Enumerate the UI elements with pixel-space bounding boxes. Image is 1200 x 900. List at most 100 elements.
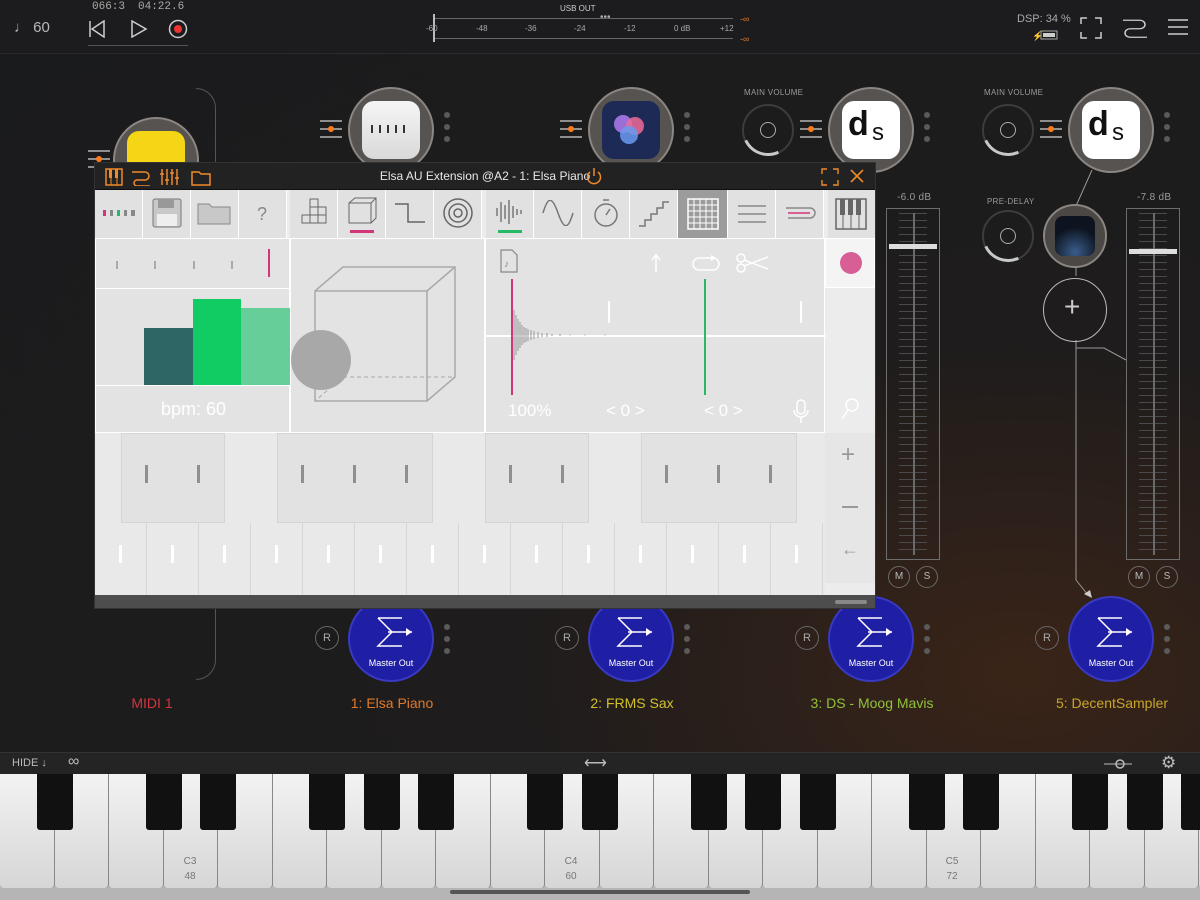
ch5-add-effect-button[interactable]: +	[1043, 278, 1107, 342]
play-icon[interactable]	[130, 20, 148, 38]
ch5-master-out[interactable]: Master Out	[1068, 596, 1154, 682]
velocity-slider-icon[interactable]	[1104, 758, 1132, 770]
ch3-solo-button[interactable]: S	[916, 566, 938, 588]
ch3-record-button[interactable]: R	[795, 626, 819, 650]
ch1-mixer-icon[interactable]	[320, 120, 342, 138]
zoom-display[interactable]: 100%	[508, 401, 551, 421]
tool-cube[interactable]	[338, 190, 386, 238]
ch1-out-dots[interactable]	[444, 624, 450, 660]
up-arrow-icon[interactable]	[650, 253, 662, 273]
record-icon[interactable]	[168, 19, 188, 39]
rewind-icon[interactable]	[88, 20, 106, 38]
ch5-record-button[interactable]: R	[1035, 626, 1059, 650]
ch5-mute-button[interactable]: M	[1128, 566, 1150, 588]
power-icon[interactable]	[585, 167, 603, 185]
tool-gate[interactable]	[386, 190, 434, 238]
meter-options-icon[interactable]: •••	[600, 7, 611, 25]
record-button[interactable]	[825, 238, 875, 288]
hide-keyboard-button[interactable]: HIDE ↓	[12, 757, 47, 769]
black-key[interactable]	[1072, 774, 1108, 830]
ch2-master-out[interactable]: Master Out	[588, 596, 674, 682]
black-key[interactable]	[1181, 774, 1200, 830]
zoom-in-icon[interactable]: +	[841, 441, 855, 469]
channel-name-1[interactable]: 1: Elsa Piano	[292, 695, 492, 711]
tool-target[interactable]	[434, 190, 482, 238]
pad-grid[interactable]	[95, 433, 825, 595]
resize-handle[interactable]	[835, 600, 867, 604]
channel-name-midi1[interactable]: MIDI 1	[52, 695, 252, 711]
ch5-solo-button[interactable]: S	[1156, 566, 1178, 588]
black-key[interactable]	[799, 774, 836, 830]
tempo-display[interactable]: ♩ 60	[14, 19, 50, 36]
ch5-mixer-icon[interactable]	[1040, 120, 1062, 138]
ch3-master-out[interactable]: Master Out	[828, 596, 914, 682]
sample-panel[interactable]: ♪ 100% < 0 > < 0 >	[485, 238, 826, 433]
black-key[interactable]	[145, 774, 182, 830]
ch3-instrument-slot[interactable]: d s	[828, 87, 914, 173]
xy-pad-handle[interactable]	[291, 330, 351, 390]
black-key[interactable]	[745, 774, 781, 830]
tool-steps[interactable]	[630, 190, 678, 238]
open-folder-button[interactable]	[191, 190, 239, 238]
ch5-volume-fader[interactable]	[1126, 208, 1180, 560]
search-icon[interactable]	[840, 397, 860, 421]
loop-icon[interactable]	[689, 255, 721, 273]
zoom-out-icon[interactable]	[842, 506, 858, 508]
ch5-pre-delay-knob[interactable]	[974, 202, 1042, 270]
scissors-icon[interactable]	[736, 253, 770, 273]
velocity-bar[interactable]	[193, 299, 241, 385]
file-music-icon[interactable]: ♪	[500, 249, 518, 273]
ch5-out-dots[interactable]	[1164, 624, 1170, 660]
plugin-resize-bar[interactable]	[95, 595, 875, 608]
close-icon[interactable]	[849, 168, 865, 184]
tool-piano[interactable]	[828, 190, 875, 238]
black-key[interactable]	[418, 774, 454, 830]
help-button[interactable]: ?	[239, 190, 287, 238]
ch3-mute-button[interactable]: M	[888, 566, 910, 588]
black-key[interactable]	[581, 774, 618, 830]
tool-waveform[interactable]	[486, 190, 534, 238]
tool-blocks[interactable]	[290, 190, 338, 238]
black-key[interactable]	[963, 774, 999, 830]
tool-list[interactable]	[728, 190, 776, 238]
channel-name-3[interactable]: 3: DS - Moog Mavis	[772, 695, 972, 711]
ch5-main-volume-knob[interactable]	[974, 96, 1042, 164]
transpose-stepper[interactable]: < 0 >	[606, 401, 645, 421]
sample-start-marker[interactable]	[511, 279, 513, 395]
ch1-instrument-slot[interactable]	[348, 87, 434, 173]
cube-panel[interactable]	[290, 238, 485, 433]
ch1-record-button[interactable]: R	[315, 626, 339, 650]
black-key[interactable]	[690, 774, 727, 830]
tool-sine[interactable]	[534, 190, 582, 238]
black-key[interactable]	[1126, 774, 1163, 830]
ch3-fader-cap[interactable]	[889, 244, 937, 249]
velocity-panel[interactable]: bpm: 60	[95, 238, 291, 433]
ch2-dots[interactable]	[684, 112, 690, 148]
tool-grid[interactable]	[678, 190, 728, 238]
plugin-title-bar[interactable]: Elsa AU Extension @A2 - 1: Elsa Piano	[95, 163, 875, 190]
ch1-dots[interactable]	[444, 112, 450, 148]
settings-gear-icon[interactable]: ⚙	[1161, 753, 1176, 773]
channel-name-5[interactable]: 5: DecentSampler	[1012, 695, 1200, 711]
tool-keys-view[interactable]	[95, 190, 143, 238]
save-button[interactable]	[143, 190, 191, 238]
ch3-out-dots[interactable]	[924, 624, 930, 660]
ch2-mixer-icon[interactable]	[560, 120, 582, 138]
black-key[interactable]	[200, 774, 236, 830]
expand-icon[interactable]	[821, 168, 839, 186]
ch5-instrument-slot[interactable]: d s	[1068, 87, 1154, 173]
scroll-horizontal-icon[interactable]: ⟷	[584, 753, 607, 773]
tool-link[interactable]	[776, 190, 824, 238]
channel-name-2[interactable]: 2: FRMS Sax	[532, 695, 732, 711]
back-arrow-icon[interactable]: ←	[841, 539, 859, 560]
ch5-fader-cap[interactable]	[1129, 249, 1177, 254]
velocity-bar[interactable]	[241, 308, 291, 385]
ch2-instrument-slot[interactable]	[588, 87, 674, 173]
ch3-mixer-icon[interactable]	[800, 120, 822, 138]
ch2-out-dots[interactable]	[684, 624, 690, 660]
ch5-effect-slot[interactable]	[1043, 204, 1107, 268]
microphone-icon[interactable]	[793, 399, 809, 425]
infinity-icon[interactable]: ∞	[68, 753, 79, 771]
fine-tune-stepper[interactable]: < 0 >	[704, 401, 743, 421]
black-key[interactable]	[36, 774, 73, 830]
